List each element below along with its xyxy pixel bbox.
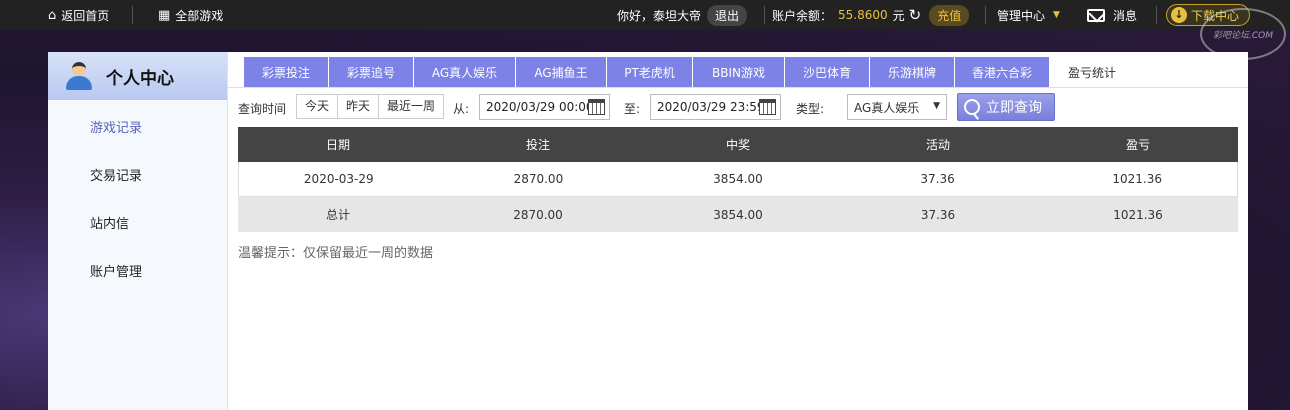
divider [1156, 6, 1157, 24]
type-select-value: AG真人娱乐 [854, 100, 920, 115]
quick-yesterday-button[interactable]: 昨天 [338, 95, 380, 118]
table-cell: 1021.36 [1112, 172, 1162, 186]
management-label: 管理中心 [997, 8, 1046, 23]
management-menu[interactable]: 管理中心 ▼ [997, 0, 1060, 30]
tab-lottery-bets[interactable]: 彩票投注 [244, 57, 329, 87]
to-label: 至: [624, 102, 641, 116]
balance-amount: 55.8600 [838, 8, 888, 22]
to-date-value: 2020/03/29 23:59 [657, 100, 765, 114]
main-panel: 个人中心 游戏记录 交易记录 站内信 账户管理 彩票投注 彩票追号 AG真人娱乐… [48, 52, 1248, 410]
from-date-input[interactable]: 2020/03/29 00:00 [479, 94, 610, 120]
envelope-icon [1087, 8, 1105, 22]
messages-label: 消息 [1113, 8, 1138, 23]
column-header: 日期 [325, 138, 350, 152]
table-header-row: 日期 投注 中奖 活动 盈亏 [238, 127, 1238, 162]
sidebar-header: 个人中心 [48, 52, 227, 100]
sidebar-item-account[interactable]: 账户管理 [90, 261, 142, 280]
watermark-text: 彩吧论坛.COM [1213, 30, 1273, 41]
balance-label: 账户余额： [772, 8, 833, 23]
table-cell: 2870.00 [513, 172, 564, 186]
to-date-input[interactable]: 2020/03/29 23:59 [650, 94, 781, 120]
table-cell: 2870.00 [513, 207, 563, 222]
chevron-down-icon: ▼ [1053, 10, 1060, 20]
table-cell: 总计 [325, 208, 350, 222]
type-select[interactable]: AG真人娱乐 ▼ [847, 94, 947, 120]
table-cell: 37.36 [920, 172, 955, 186]
query-time-label: 查询时间 [238, 102, 287, 116]
tab-profit-loss[interactable]: 盈亏统计 [1050, 57, 1135, 87]
top-bar: ⌂ 返回首页 ▦ 全部游戏 你好，泰坦大帝 退出 账户余额： 55.8600 元… [0, 0, 1290, 30]
home-icon: ⌂ [48, 7, 57, 23]
tab-bbin-games[interactable]: BBIN游戏 [693, 57, 785, 87]
account-balance: 账户余额： 55.8600 元 ↻ 充值 [772, 0, 970, 30]
sidebar-title: 个人中心 [106, 68, 174, 89]
column-header: 投注 [525, 138, 550, 152]
tab-pt-slots[interactable]: PT老虎机 [607, 57, 693, 87]
query-button-label: 立即查询 [986, 100, 1042, 116]
download-icon: ↓ [1171, 7, 1187, 23]
divider [132, 6, 133, 24]
tab-ag-fishing[interactable]: AG捕鱼王 [516, 57, 607, 87]
sidebar-item-transactions[interactable]: 交易记录 [90, 165, 142, 184]
sidebar-item-game-records[interactable]: 游戏记录 [90, 117, 142, 136]
tab-hk-mark-six[interactable]: 香港六合彩 [955, 57, 1050, 87]
calendar-icon[interactable] [588, 99, 605, 115]
category-tabs: 彩票投注 彩票追号 AG真人娱乐 AG捕鱼王 PT老虎机 BBIN游戏 沙巴体育… [244, 57, 1135, 87]
dropdown-arrow-icon: ▼ [933, 101, 940, 111]
quick-range-selector: 今天 昨天 最近一周 [296, 94, 445, 119]
search-icon [964, 99, 980, 115]
data-retention-tip: 温馨提示：仅保留最近一周的数据 [238, 246, 434, 261]
tab-leyou-chess[interactable]: 乐游棋牌 [870, 57, 955, 87]
table-cell: 3854.00 [713, 207, 763, 222]
refresh-icon[interactable]: ↻ [909, 6, 922, 24]
divider [764, 6, 765, 24]
table-row: 2020-03-29 2870.00 3854.00 37.36 1021.36 [238, 162, 1238, 197]
all-games-link[interactable]: ▦ 全部游戏 [158, 0, 223, 30]
home-label: 返回首页 [61, 8, 110, 23]
divider [985, 6, 986, 24]
user-avatar-icon [66, 62, 92, 90]
sidebar: 个人中心 游戏记录 交易记录 站内信 账户管理 [48, 52, 228, 410]
recharge-button[interactable]: 充值 [929, 4, 970, 26]
table-cell: 37.36 [920, 207, 956, 222]
table-total-row: 总计 2870.00 3854.00 37.36 1021.36 [238, 197, 1238, 232]
quick-today-button[interactable]: 今天 [297, 95, 339, 118]
grid-icon: ▦ [158, 7, 171, 23]
type-label: 类型: [796, 102, 825, 116]
quick-last-week-button[interactable]: 最近一周 [379, 95, 443, 118]
sidebar-item-inbox[interactable]: 站内信 [90, 213, 129, 232]
query-button[interactable]: 立即查询 [957, 93, 1055, 121]
games-label: 全部游戏 [175, 8, 224, 23]
table-cell: 1021.36 [1113, 207, 1163, 222]
from-label: 从: [453, 102, 470, 116]
home-link[interactable]: ⌂ 返回首页 [48, 0, 109, 30]
tab-underline [228, 87, 1248, 88]
column-header: 活动 [925, 138, 950, 152]
from-date-value: 2020/03/29 00:00 [486, 100, 594, 114]
calendar-icon[interactable] [759, 99, 776, 115]
column-header: 盈亏 [1125, 138, 1150, 152]
messages-link[interactable]: 消息 [1087, 0, 1137, 30]
greeting-text: 你好，泰坦大帝 [617, 8, 702, 23]
tab-ag-live[interactable]: AG真人娱乐 [414, 57, 516, 87]
results-table: 日期 投注 中奖 活动 盈亏 2020-03-29 2870.00 3854.0… [238, 127, 1238, 232]
column-header: 中奖 [725, 138, 750, 152]
tab-saba-sports[interactable]: 沙巴体育 [785, 57, 870, 87]
logout-button[interactable]: 退出 [707, 4, 748, 26]
tab-lottery-chase[interactable]: 彩票追号 [329, 57, 414, 87]
greeting: 你好，泰坦大帝 退出 [617, 0, 748, 30]
balance-unit: 元 [892, 8, 905, 23]
table-cell: 2020-03-29 [303, 172, 374, 186]
table-cell: 3854.00 [713, 172, 763, 186]
